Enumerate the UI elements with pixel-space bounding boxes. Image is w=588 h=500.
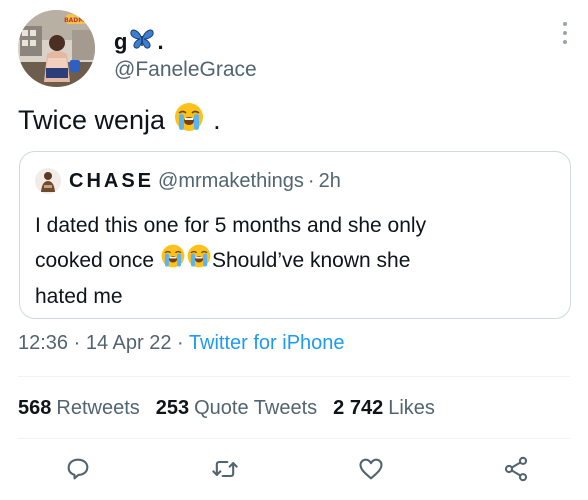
retweets-stat[interactable]: 568 Retweets [18,397,140,420]
quoted-text-line-2b: Should’ve known she [211,249,411,273]
tweet-timestamp-row: 12:36 · 14 Apr 22 · Twitter for iPhone [18,332,345,355]
quoted-separator: · [307,169,315,192]
tweet-time[interactable]: 12:36 [18,332,68,354]
quote-tweets-label: Quote Tweets [194,397,318,419]
loudly-crying-face-emoji-icon [160,243,186,280]
retweets-count: 568 [18,397,52,419]
display-name-suffix: . [157,29,164,54]
share-icon[interactable] [502,455,532,485]
divider [18,376,570,377]
timestamp-separator: · [73,332,81,354]
quoted-text-line-2a: cooked once [35,249,155,273]
tweet-header: BADMAN g . @FaneleGrace [18,10,578,90]
loudly-crying-face-emoji-icon [173,101,205,140]
likes-count: 2 742 [333,397,384,419]
tweet-source-link[interactable]: Twitter for iPhone [189,332,345,354]
more-icon[interactable] [562,22,568,48]
quoted-handle[interactable]: @mrmakethings [158,170,304,193]
likes-stat[interactable]: 2 742 Likes [333,397,435,420]
tweet-text-suffix: . [213,105,221,135]
likes-label: Likes [388,397,435,419]
display-name[interactable]: g . [114,28,164,56]
quoted-text-line-3: hated me [35,285,123,308]
quoted-display-name[interactable]: CHASE [69,170,154,193]
tweet-text: Twice wenja . [18,101,221,140]
loudly-crying-face-emoji-icon [186,243,212,280]
retweet-icon[interactable] [211,455,241,485]
source-separator: · [177,332,184,354]
retweets-label: Retweets [56,397,140,419]
quoted-tweet-header: CHASE @mrmakethings · 2h [35,168,341,194]
quoted-tweet-text: I dated this one for 5 months and she on… [35,209,555,314]
display-name-text: g [114,29,128,54]
tweet-text-content: Twice wenja [18,105,166,135]
quote-tweets-count: 253 [155,397,190,419]
tweet-date[interactable]: 14 Apr 22 [86,332,172,354]
quoted-avatar[interactable] [35,168,61,194]
butterfly-emoji-icon [130,28,155,56]
quoted-text-line-1: I dated this one for 5 months and she on… [35,214,427,237]
quoted-text-line-2: cooked once Should’ve known she [35,243,555,280]
quote-tweets-stat[interactable]: 253 Quote Tweets [156,397,317,420]
avatar[interactable]: BADMAN [18,10,95,87]
action-bar [18,455,570,485]
user-handle[interactable]: @FaneleGrace [114,58,257,82]
divider [18,438,570,439]
engagement-stats: 568 Retweets 253 Quote Tweets 2 742 Likes [18,397,435,420]
heart-icon[interactable] [357,455,387,485]
quoted-tweet[interactable]: CHASE @mrmakethings · 2h I dated this on… [19,151,571,319]
quoted-timestamp[interactable]: 2h [319,170,341,193]
reply-icon[interactable] [64,455,94,485]
avatar-sticker-text: BADMAN [64,17,94,24]
